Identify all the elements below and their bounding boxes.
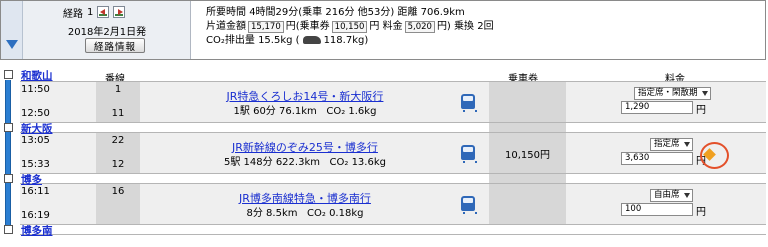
segment-co2: CO₂ 0.18kg: [307, 208, 364, 219]
arrival-platform: 11: [111, 108, 125, 119]
transfers-value: 2回: [477, 21, 494, 32]
seat-type-select[interactable]: 自由席: [650, 189, 693, 202]
route-info-button[interactable]: 経路情報: [85, 38, 145, 53]
distance-value: 706.9km: [420, 7, 465, 18]
fare-input[interactable]: 3,630: [621, 152, 693, 165]
arrival-time: 16:19: [21, 210, 50, 221]
chevron-down-icon[interactable]: [6, 40, 18, 49]
ticket-fare: 10,150円: [505, 150, 550, 161]
oneway-yen: 円: [285, 21, 296, 32]
segment-stats: 1駅 60分 76.1km: [233, 106, 317, 117]
prev-route-icon[interactable]: [97, 6, 110, 18]
row-separator: [20, 132, 766, 133]
route-line-bar: [5, 131, 11, 174]
route-summary: 所要時間 4時間29分 (乗車 216分 他53分) 距離 706.9km 片道…: [206, 6, 494, 48]
station-marker: [4, 123, 13, 132]
train-icon[interactable]: [461, 145, 477, 163]
fare-yen: 円: [696, 207, 706, 218]
departure-time: 16:11: [21, 186, 50, 197]
train-icon[interactable]: [461, 196, 477, 214]
row-separator: [20, 173, 766, 174]
surcharge-amount-field: 5,020: [404, 21, 435, 33]
row-separator: [20, 183, 766, 184]
route-label: 経路: [63, 8, 83, 20]
segment-co2: CO₂ 13.6kg: [329, 157, 386, 168]
arrival-time: 15:33: [21, 159, 50, 170]
seat-type-select[interactable]: 指定席: [650, 138, 693, 151]
departure-platform: 1: [114, 84, 122, 95]
fare-yen: 円: [696, 105, 706, 116]
station-marker: [4, 70, 13, 79]
distance-label: 距離: [397, 7, 418, 18]
segment-co2: CO₂ 1.6kg: [326, 106, 377, 117]
route-line-bar: [5, 80, 11, 123]
summary-fare-line: 片道金額 15,170 円 (乗車券 10,150 円 料金 5,020 円) …: [206, 20, 494, 34]
oneway-label: 片道金額: [206, 21, 246, 32]
station-marker: [4, 174, 13, 183]
departure-date: 2018年2月1日発: [67, 27, 147, 38]
ticket-amount-field: 10,150: [331, 21, 368, 33]
oneway-amount-field: 15,170: [248, 21, 284, 33]
departure-platform: 16: [111, 186, 125, 197]
time-value: 4時間29分: [249, 7, 299, 18]
route-line-bar: [5, 182, 11, 225]
time-note: (乗車 216分 他53分): [298, 7, 395, 18]
station-link-shin-osaka[interactable]: 新大阪: [21, 121, 53, 136]
ticket-yen: 円: [369, 21, 380, 32]
collapse-panel[interactable]: [1, 1, 23, 59]
fare-input[interactable]: 100: [621, 203, 693, 216]
route-number-row: 経路 1: [63, 5, 126, 20]
co2-value: 15.5kg: [258, 35, 293, 46]
row-separator: [20, 234, 766, 235]
station-link-hakata[interactable]: 博多: [21, 172, 42, 187]
segment-stats: 5駅 148分 622.3km: [224, 157, 320, 168]
segment-details: 1駅 60分 76.1km CO₂ 1.6kg: [160, 102, 450, 117]
route-summary-header: 経路 1 2018年2月1日発 経路情報 所要時間 4時間29分 (乗車 216…: [0, 0, 766, 60]
summary-time-line: 所要時間 4時間29分 (乗車 216分 他53分) 距離 706.9km: [206, 6, 494, 20]
co2-car-value: 118.7kg: [323, 35, 365, 46]
car-icon: [302, 36, 321, 44]
departure-time: 13:05: [21, 135, 50, 146]
summary-co2-line: CO₂排出量 15.5kg ( 118.7kg): [206, 35, 369, 46]
co2-label: CO₂排出量: [206, 35, 255, 46]
station-marker: [4, 225, 13, 234]
segment-details: 8分 8.5km CO₂ 0.18kg: [160, 204, 450, 219]
arrival-time: 12:50: [21, 108, 50, 119]
station-link-wakayama[interactable]: 和歌山: [21, 68, 53, 83]
row-separator: [20, 122, 766, 123]
row-separator: [20, 224, 766, 225]
ticket-label: (乗車券: [295, 21, 330, 32]
time-label: 所要時間: [206, 7, 246, 18]
segment-stats: 8分 8.5km: [246, 208, 298, 219]
arrival-platform: 12: [111, 159, 125, 170]
segment-details: 5駅 148分 622.3km CO₂ 13.6kg: [160, 153, 450, 168]
route-selector: 経路 1 2018年2月1日発 経路情報: [23, 1, 191, 59]
transfers-label: 乗換: [454, 21, 475, 32]
station-link-hakata-minami[interactable]: 博多南: [21, 223, 53, 238]
surcharge-label: 料金: [382, 21, 403, 32]
train-icon[interactable]: [461, 94, 477, 112]
surcharge-yen: 円): [436, 21, 451, 32]
row-separator: [20, 81, 766, 82]
departure-time: 11:50: [21, 84, 50, 95]
departure-platform: 22: [111, 135, 125, 146]
route-number: 1: [87, 6, 94, 18]
seat-type-select[interactable]: 指定席・閑散期: [634, 87, 711, 100]
next-route-icon[interactable]: [113, 6, 126, 18]
fare-input[interactable]: 1,290: [621, 101, 693, 114]
